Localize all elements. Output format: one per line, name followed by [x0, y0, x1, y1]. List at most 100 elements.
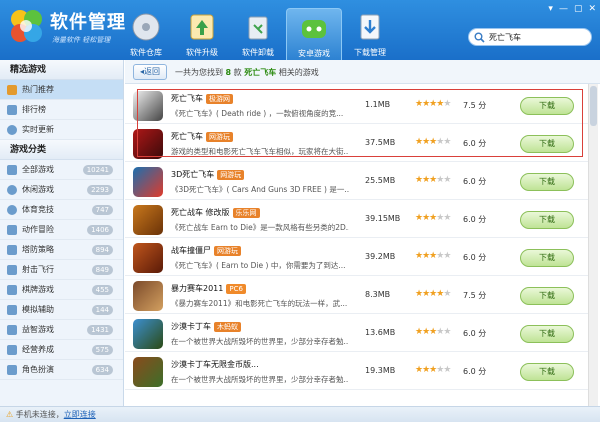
result-row[interactable]: 3D死亡飞车 网游玩《3D死亡飞车》( Cars And Guns 3D FREE…	[125, 164, 588, 200]
game-description: 在一个被世界大战所毁坏的世界里，少部分幸存者勉...	[171, 375, 349, 384]
sidebar-heading-featured: 精选游戏	[0, 60, 123, 80]
result-row[interactable]: 沙漠卡丁车 木蚂蚁 在一个被世界大战所毁坏的世界里，少部分幸存者勉... 13.6MB…	[125, 316, 588, 352]
sidebar-item-shooting[interactable]: 射击飞行 849	[0, 260, 123, 280]
search-input[interactable]	[489, 31, 587, 43]
result-row[interactable]: 沙漠卡丁车无限金币版... 在一个被世界大战所毁坏的世界里，少部分幸存者勉... 1…	[125, 354, 588, 390]
download-button[interactable]: 下载	[520, 173, 574, 191]
sidebar-item-all[interactable]: 全部游戏 10241	[0, 160, 123, 180]
download-button[interactable]: 下载	[520, 135, 574, 153]
game-description: 《死亡飞车》( Death ride ) ，一款俯视角度的竞...	[171, 109, 344, 118]
tab-android-games[interactable]: 安卓游戏	[286, 8, 342, 60]
sidebar-item-strategy[interactable]: 塔防策略 894	[0, 240, 123, 260]
tab-software-upgrade[interactable]: 软件升级	[174, 8, 230, 60]
search-icon[interactable]	[474, 32, 485, 43]
software-store-icon	[132, 13, 160, 41]
game-icon	[133, 205, 163, 235]
minimize-icon[interactable]: —	[559, 4, 568, 14]
file-size: 13.6MB	[365, 328, 396, 337]
game-title[interactable]: 3D死亡飞车 网游玩	[171, 169, 245, 180]
source-tag: 木蚂蚁	[214, 322, 241, 332]
sidebar-item-hot[interactable]: 热门推荐	[0, 80, 123, 100]
game-title[interactable]: 战车撞僵尸 网游玩	[171, 245, 241, 256]
file-size: 39.15MB	[365, 214, 401, 223]
status-bar: ⚠ 手机未连接，立即连接	[0, 406, 600, 422]
game-title-text: 沙漠卡丁车	[171, 322, 211, 331]
count-badge: 1406	[87, 225, 113, 235]
grid-icon	[7, 165, 17, 175]
sidebar-item-simulation[interactable]: 模拟辅助 144	[0, 300, 123, 320]
source-tag: 网游玩	[206, 132, 233, 142]
sidebar-item-management[interactable]: 经营养成 575	[0, 340, 123, 360]
game-icon	[133, 129, 163, 159]
game-icon	[133, 357, 163, 387]
result-row[interactable]: 死亡飞车 网游玩 游戏的类型和电影死亡飞车飞车相似，玩家将在大街... 37.5MB ★…	[125, 126, 588, 162]
software-upgrade-icon	[190, 14, 214, 40]
file-size: 39.2MB	[365, 252, 396, 261]
list-icon	[7, 105, 17, 115]
sidebar-item-sports[interactable]: 体育竞技 747	[0, 200, 123, 220]
sidebar-item-rpg[interactable]: 角色扮演 634	[0, 360, 123, 380]
sidebar-item-label: 塔防策略	[22, 245, 54, 254]
scrollbar[interactable]	[588, 84, 598, 406]
connect-link[interactable]: 立即连接	[64, 410, 96, 419]
rating-stars: ★★★★★	[415, 289, 451, 299]
star-icon: ★	[443, 99, 451, 109]
game-icon	[133, 243, 163, 273]
file-size: 37.5MB	[365, 138, 396, 147]
tab-software-uninstall[interactable]: 软件卸载	[230, 8, 286, 60]
download-button[interactable]: 下载	[520, 287, 574, 305]
status-text: 手机未连接，	[15, 410, 64, 419]
tab-download-manager[interactable]: 下载管理	[342, 8, 398, 60]
source-tag: 网游玩	[214, 246, 241, 256]
tab-label: 软件卸载	[242, 48, 274, 57]
sidebar-item-label: 休闲游戏	[22, 185, 54, 194]
sidebar-item-puzzle[interactable]: 益智游戏 1431	[0, 320, 123, 340]
scrollbar-thumb[interactable]	[590, 86, 597, 126]
star-icon: ★	[443, 365, 451, 375]
result-row[interactable]: 死亡战车 修改版 乐乐网 《死亡战车 Earn to Die》是一款风格有些另类的2…	[125, 202, 588, 238]
close-icon[interactable]: ✕	[588, 4, 596, 14]
sidebar-item-label: 益智游戏	[22, 325, 54, 334]
game-title[interactable]: 死亡战车 修改版 乐乐网	[171, 207, 260, 218]
search-box[interactable]	[468, 28, 592, 46]
plane-icon	[7, 265, 17, 275]
sidebar-item-board[interactable]: 棋牌游戏 455	[0, 280, 123, 300]
count-badge: 144	[91, 305, 113, 315]
result-row[interactable]: 暴力赛车2011 PC6 《暴力赛车2011》和电影死亡飞车的玩法一样，武... 8.…	[125, 278, 588, 314]
back-button[interactable]: ◂返回	[133, 64, 167, 80]
sidebar-item-ranking[interactable]: 排行榜	[0, 100, 123, 120]
count-badge: 575	[91, 345, 113, 355]
game-title[interactable]: 暴力赛车2011 PC6	[171, 283, 246, 294]
menu-dropdown-icon[interactable]: ▾	[548, 4, 553, 14]
game-title[interactable]: 沙漠卡丁车 木蚂蚁	[171, 321, 241, 332]
game-icon	[133, 281, 163, 311]
game-title[interactable]: 死亡飞车 极游网	[171, 93, 233, 104]
game-title[interactable]: 死亡飞车 网游玩	[171, 131, 233, 142]
result-row[interactable]: 死亡飞车 极游网《死亡飞车》( Death ride ) ，一款俯视角度的竞...…	[125, 88, 588, 124]
recycle-bin-icon	[248, 16, 268, 40]
game-description: 游戏的类型和电影死亡飞车飞车相似，玩家将在大街...	[171, 147, 349, 156]
app-header: 软件管理 海量软件 轻松管理 软件仓库 软件升级 软件卸载 安卓游戏 下载管理 …	[0, 0, 600, 60]
maximize-icon[interactable]: ▢	[574, 4, 583, 14]
result-row[interactable]: 战车撞僵尸 网游玩 《死亡飞车》( Earn to Die ) 中，你需要为了到达.…	[125, 240, 588, 276]
game-description: 《3D死亡飞车》( Cars And Guns 3D FREE ) 是一...	[171, 185, 349, 194]
download-button[interactable]: 下载	[520, 363, 574, 381]
download-button[interactable]: 下载	[520, 211, 574, 229]
sidebar-item-label: 排行榜	[22, 105, 46, 114]
star-icon: ★	[443, 213, 451, 223]
count-badge: 747	[91, 205, 113, 215]
tab-software-store[interactable]: 软件仓库	[118, 8, 174, 60]
sidebar-item-action[interactable]: 动作冒险 1406	[0, 220, 123, 240]
count-badge: 849	[91, 265, 113, 275]
download-button[interactable]: 下载	[520, 97, 574, 115]
download-manager-icon	[360, 14, 380, 40]
game-title[interactable]: 沙漠卡丁车无限金币版...	[171, 359, 259, 370]
download-button[interactable]: 下载	[520, 325, 574, 343]
download-button[interactable]: 下载	[520, 249, 574, 267]
file-size: 8.3MB	[365, 290, 391, 299]
game-title-text: 暴力赛车2011	[171, 284, 224, 293]
result-prefix: 一共为您找到	[175, 68, 226, 77]
file-size: 1.1MB	[365, 100, 391, 109]
sidebar-item-updates[interactable]: 实时更新	[0, 120, 123, 140]
sidebar-item-casual[interactable]: 休闲游戏 2293	[0, 180, 123, 200]
